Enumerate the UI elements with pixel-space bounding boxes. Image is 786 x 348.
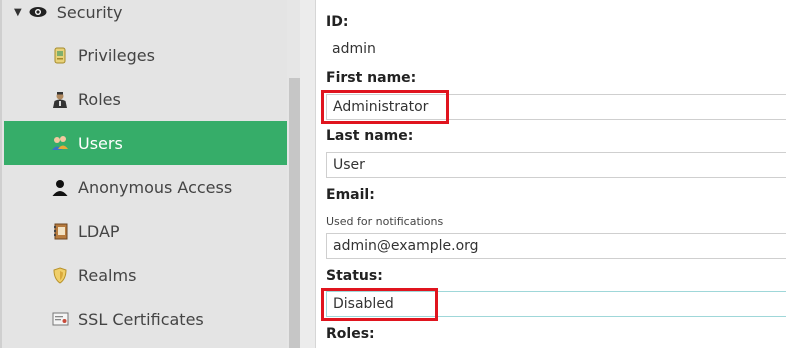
certificate-icon (50, 309, 70, 329)
sidebar-item-label: Roles (78, 89, 121, 109)
sidebar-item-label: LDAP (78, 221, 120, 241)
sidebar-item-ldap[interactable]: LDAP (4, 209, 287, 253)
id-label: ID: (326, 14, 349, 30)
sidebar-item-privileges[interactable]: Privileges (4, 33, 287, 77)
first-name-label: First name: (326, 70, 417, 86)
sidebar-item-label: Realms (78, 265, 137, 285)
sidebar-item-label: SSL Certificates (78, 309, 204, 329)
shield-icon (50, 265, 70, 285)
sidebar-item-label: Users (78, 133, 123, 153)
sidebar-scrollbar-thumb[interactable] (289, 78, 300, 348)
email-field[interactable] (326, 233, 786, 259)
user-suit-icon (50, 89, 70, 109)
address-book-icon (50, 221, 70, 241)
sidebar: ▼ Security Privileges Roles Users Anonym… (0, 0, 287, 348)
roles-label: Roles: (326, 326, 375, 342)
sidebar-item-realms[interactable]: Realms (4, 253, 287, 297)
user-form-panel: ID: admin First name: Last name: Email: … (315, 0, 786, 348)
person-silhouette-icon (50, 177, 70, 197)
first-name-field[interactable] (326, 94, 786, 120)
status-label: Status: (326, 268, 383, 284)
email-label: Email: (326, 187, 375, 203)
id-value: admin (332, 41, 376, 57)
panel-gutter (300, 0, 315, 348)
email-hint: Used for notifications (326, 215, 444, 228)
sidebar-section-security[interactable]: ▼ Security (12, 0, 122, 24)
sidebar-section-label: Security (56, 2, 123, 22)
sidebar-item-ssl-certificates[interactable]: SSL Certificates (4, 297, 287, 341)
sidebar-item-users[interactable]: Users (4, 121, 287, 165)
eye-icon (29, 6, 47, 18)
last-name-label: Last name: (326, 128, 414, 144)
sidebar-item-roles[interactable]: Roles (4, 77, 287, 121)
last-name-field[interactable] (326, 152, 786, 178)
status-field[interactable] (326, 291, 786, 317)
sidebar-item-label: Anonymous Access (78, 177, 233, 197)
caret-down-icon[interactable]: ▼ (14, 7, 22, 18)
badge-icon (50, 45, 70, 65)
sidebar-item-label: Privileges (78, 45, 155, 65)
users-icon (50, 133, 70, 153)
sidebar-item-anonymous-access[interactable]: Anonymous Access (4, 165, 287, 209)
